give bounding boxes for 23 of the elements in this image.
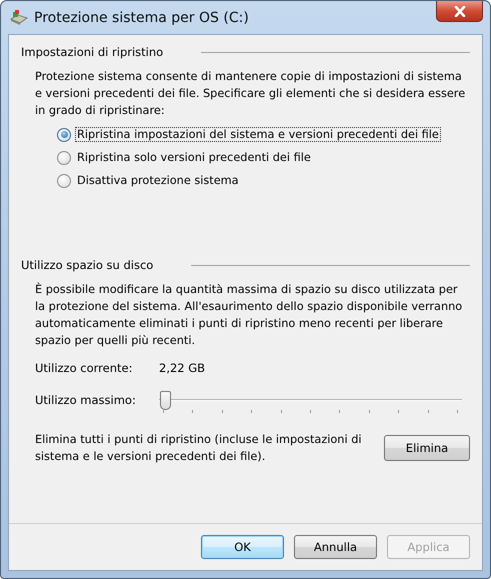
close-icon bbox=[454, 6, 466, 16]
section-heading: Utilizzo spazio su disco bbox=[21, 258, 154, 272]
delete-description: Elimina tutti i punti di ripristino (incluse le impostazioni di sistema e le versioni precedenti dei file). bbox=[35, 432, 363, 465]
slider-thumb[interactable] bbox=[160, 391, 172, 410]
radio-label[interactable]: Ripristina impostazioni del sistema e versioni precedenti dei file bbox=[75, 127, 441, 142]
slider-track[interactable] bbox=[159, 389, 462, 411]
description-text: Protezione sistema consente di mantenere copie di impostazioni di sistema e versioni precedenti dei file. Specificare gli elementi che si desidera essere in grado di ripristinare: bbox=[35, 69, 466, 119]
radio-button[interactable] bbox=[57, 174, 71, 188]
radio-button[interactable] bbox=[57, 150, 71, 164]
max-usage-label: Utilizzo massimo: bbox=[35, 393, 137, 407]
dialog-button[interactable]: OK bbox=[201, 535, 284, 559]
radio-label[interactable]: Ripristina solo versioni precedenti dei file bbox=[75, 150, 313, 165]
dialog-button[interactable]: Annulla bbox=[294, 535, 377, 559]
current-usage-label: Utilizzo corrente: bbox=[35, 361, 134, 375]
radio-button[interactable] bbox=[57, 128, 71, 142]
close-button[interactable] bbox=[436, 1, 483, 22]
drive-icon bbox=[10, 10, 28, 26]
section-heading: Impostazioni di ripristino bbox=[21, 45, 164, 59]
radio-label[interactable]: Disattiva protezione sistema bbox=[75, 173, 241, 188]
delete-button[interactable]: Elimina bbox=[384, 435, 470, 461]
window-title: Protezione sistema per OS (C:) bbox=[34, 10, 249, 26]
current-usage-value: 2,22 GB bbox=[159, 361, 206, 375]
description-text: È possibile modificare la quantità massima di spazio su disco utilizzata per la protezione del sistema. All'esaurimento dello spazio disponibile verranno automaticamente eliminati i punti di ripristino meno recenti per liberare spazio per quelli più recenti. bbox=[35, 282, 464, 349]
